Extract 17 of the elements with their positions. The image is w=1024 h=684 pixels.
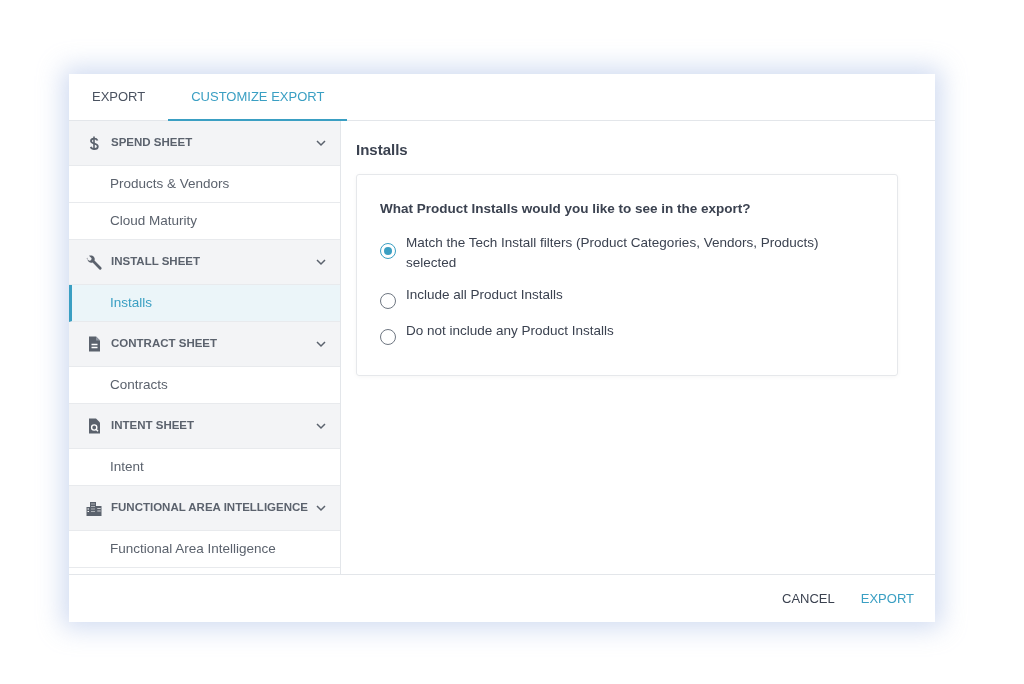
option-label: Do not include any Product Installs xyxy=(406,321,614,340)
option-label: Include all Product Installs xyxy=(406,285,563,304)
tab[interactable]: EXPORT xyxy=(69,74,169,121)
section-header[interactable]: INSTALL SHEET xyxy=(69,240,340,285)
sidebar-item[interactable]: Products & Vendors xyxy=(69,166,340,203)
section-header[interactable]: INTENT SHEET xyxy=(69,404,340,449)
section-header[interactable]: SPEND SHEET xyxy=(69,121,340,166)
section-header[interactable]: CONTRACT SHEET xyxy=(69,322,340,367)
question-text: What Product Installs would you like to see in the export? xyxy=(380,199,752,218)
panel-title: Installs xyxy=(356,140,409,160)
section-header[interactable]: FUNCTIONAL AREA INTELLIGENCE xyxy=(69,486,340,531)
sidebar-item[interactable]: Functional Area Intelligence xyxy=(69,531,340,568)
building-icon xyxy=(85,499,103,517)
option-label: Match the Tech Install filters (Product Categories, Vendors, Products) selected xyxy=(406,233,820,272)
cancel-button[interactable]: CANCEL xyxy=(773,582,844,615)
export-button[interactable]: EXPORT xyxy=(851,582,923,615)
wrench-icon xyxy=(85,253,103,271)
